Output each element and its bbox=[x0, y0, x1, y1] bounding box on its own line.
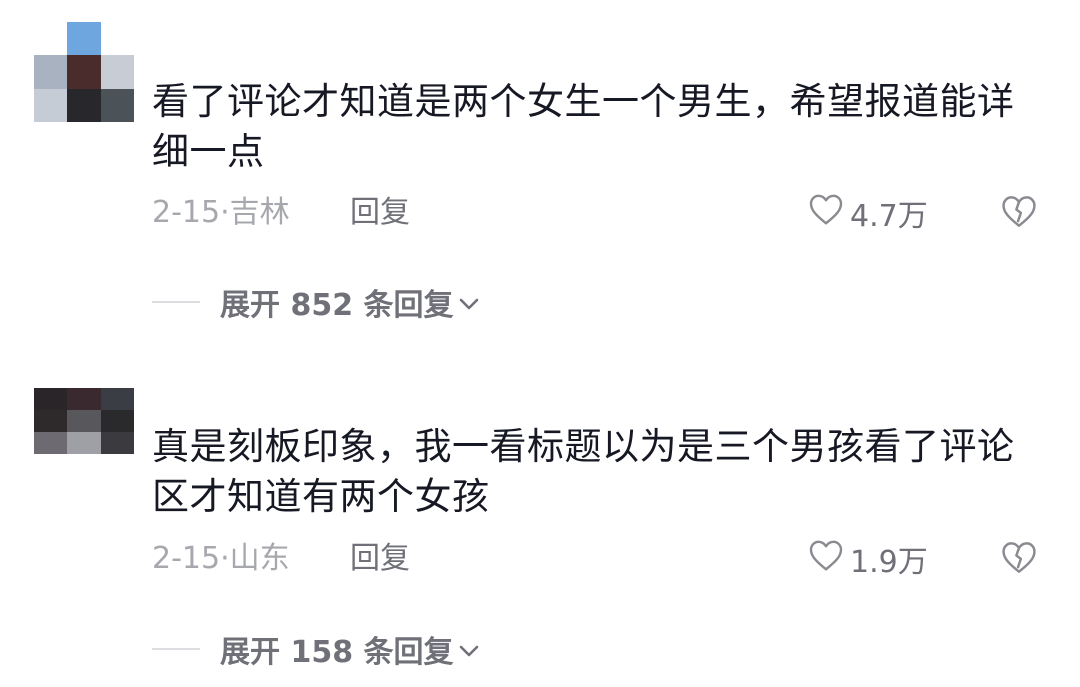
expand-replies-button[interactable]: 展开 852 条回复 bbox=[152, 280, 480, 324]
dislike-button[interactable] bbox=[1000, 191, 1038, 235]
divider-line bbox=[152, 648, 200, 650]
heart-outline-icon bbox=[808, 192, 850, 234]
chevron-down-icon bbox=[458, 285, 480, 320]
comment-meta: 2-15·吉林 回复 bbox=[152, 191, 410, 235]
comment-location: 山东 bbox=[229, 541, 290, 576]
comment-text: 看了评论才知道是两个女生一个男生，希望报道能详细一点 bbox=[152, 80, 1015, 173]
comment-location: 吉林 bbox=[229, 195, 290, 230]
comment-date: 2-15· bbox=[152, 541, 230, 576]
expand-replies-label: 展开 158 条回复 bbox=[220, 635, 454, 670]
comment-text: 真是刻板印象，我一看标题以为是三个男孩看了评论区才知道有两个女孩 bbox=[152, 425, 1015, 518]
expand-replies-label: 展开 852 条回复 bbox=[220, 288, 454, 323]
comment-meta: 2-15·山东 回复 bbox=[152, 537, 410, 581]
divider-line bbox=[152, 301, 200, 303]
chevron-down-icon bbox=[458, 632, 480, 667]
avatar[interactable] bbox=[34, 388, 134, 454]
dislike-button[interactable] bbox=[1000, 537, 1038, 581]
comment-date: 2-15· bbox=[152, 195, 230, 230]
like-count: 4.7万 bbox=[850, 199, 928, 234]
like-button[interactable]: 1.9万 bbox=[808, 537, 928, 581]
expand-replies-button[interactable]: 展开 158 条回复 bbox=[152, 627, 480, 671]
like-button[interactable]: 4.7万 bbox=[808, 191, 928, 235]
avatar[interactable] bbox=[34, 22, 134, 122]
like-count: 1.9万 bbox=[850, 545, 928, 580]
broken-heart-icon bbox=[1000, 194, 1038, 232]
broken-heart-icon bbox=[1000, 540, 1038, 578]
heart-outline-icon bbox=[808, 538, 850, 580]
reply-button[interactable]: 回复 bbox=[350, 537, 410, 581]
reply-button[interactable]: 回复 bbox=[350, 191, 410, 235]
